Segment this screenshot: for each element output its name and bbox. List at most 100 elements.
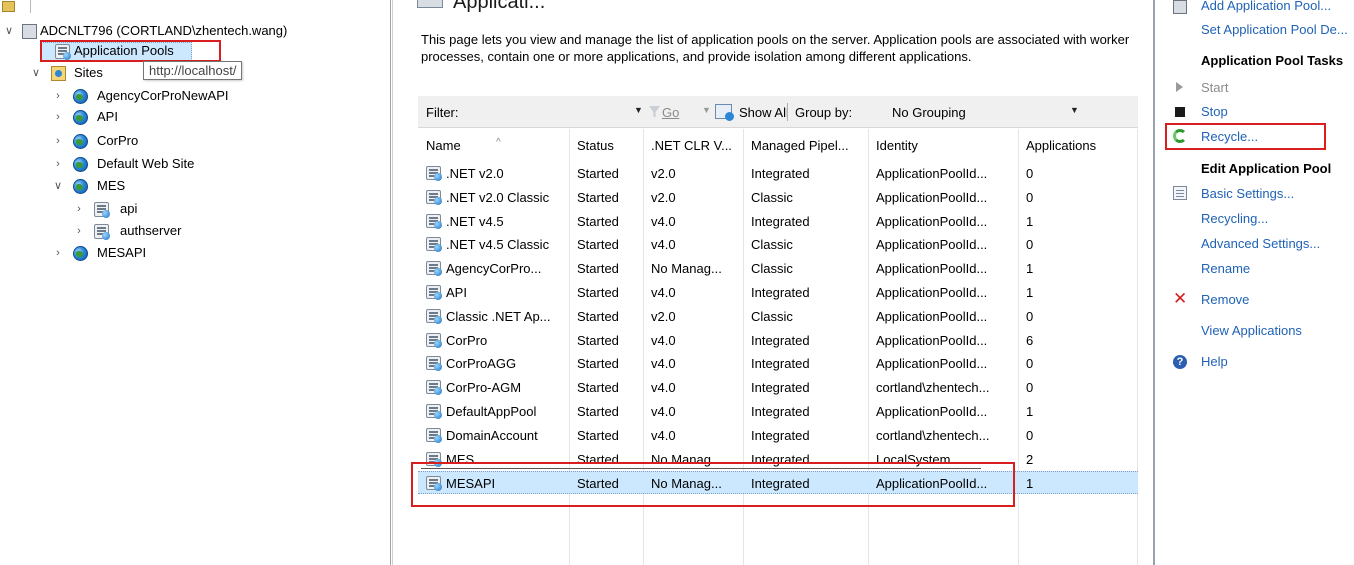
folder-icon[interactable] [2,1,15,12]
annotation-highlight-box [40,40,221,62]
cell-applications: 6 [1026,332,1034,348]
cell-identity: ApplicationPoolId... [876,285,988,300]
cell-pipeline: Integrated [751,213,810,229]
recycling-link[interactable]: Recycling... [1201,211,1268,226]
tree-node-application[interactable]: › api [0,199,300,219]
cell-clr-version: v2.0 [651,166,676,181]
tree-node-site[interactable]: › MESAPI [0,243,300,263]
table-row[interactable]: Classic .NET Ap... Started v2.0 Classic Appl… [418,305,1138,328]
connections-tree-pane: ∨ ADCNLT796 (CORTLAND\zhentech.wang) App… [0,0,391,565]
table-row[interactable]: CorProAGG Started v4.0 Integrated Applicatio… [418,352,1138,375]
add-application-pool-link[interactable]: Add Application Pool... [1201,0,1331,13]
start-link[interactable]: Start [1201,80,1228,95]
chevron-down-icon[interactable]: ∨ [3,21,15,41]
application-pool-icon [426,308,442,324]
table-row[interactable]: .NET v2.0 Started v2.0 Integrated Applicatio… [418,162,1138,185]
cell-status: Started [577,166,619,181]
cell-pipeline: Integrated [751,380,810,396]
tree-node-site[interactable]: › AgencyCorProNewAPI [0,86,300,106]
column-header-clr-version[interactable]: .NET CLR V... [651,138,732,153]
application-icon [94,224,110,240]
settings-page-icon [1173,186,1187,200]
column-header-applications[interactable]: Applications [1026,138,1096,153]
cell-identity: ApplicationPoolId... [876,308,988,324]
table-row[interactable]: CorPro Started v4.0 Integrated ApplicationPo… [418,329,1138,352]
chevron-right-icon[interactable]: › [52,131,64,151]
tree-node-site[interactable]: › Default Web Site [0,154,300,174]
table-row[interactable]: CorPro-AGM Started v4.0 Integrated cortland\… [418,376,1138,399]
tree-node-label: api [120,201,138,216]
group-by-select[interactable]: No Grouping [892,105,966,120]
globe-icon [73,157,88,172]
cell-applications: 0 [1026,356,1034,372]
edit-pool-header: Edit Application Pool [1201,161,1332,176]
cell-name: .NET v4.5 Classic [446,237,550,253]
basic-settings-link[interactable]: Basic Settings... [1201,186,1294,201]
tree-node-site[interactable]: › CorPro [0,131,300,151]
tree-node-application[interactable]: › authserver [0,221,300,241]
filter-dropdown-arrow-icon[interactable]: ▼ [634,105,643,115]
chevron-right-icon[interactable]: › [52,243,64,263]
cell-identity: ApplicationPoolId... [876,213,988,229]
show-all-icon [715,104,734,121]
cell-name: CorPro-AGM [446,380,522,396]
column-header-pipeline[interactable]: Managed Pipel... [751,138,849,153]
stop-link[interactable]: Stop [1201,104,1228,119]
chevron-down-icon[interactable]: ∨ [30,63,42,83]
play-icon [1176,82,1183,92]
tree-node-sites[interactable]: ∨ Sites [0,63,140,83]
table-row[interactable]: DomainAccount Started v4.0 Integrated cortla… [418,424,1138,447]
go-button[interactable]: Go [662,105,679,120]
go-dropdown-arrow-icon[interactable]: ▼ [702,105,711,115]
tree-node-label: Default Web Site [97,156,195,171]
application-pools-icon [417,0,443,8]
column-header-name[interactable]: Name ^ [426,137,501,153]
column-header-identity[interactable]: Identity [876,138,918,153]
cell-identity: ApplicationPoolId... [876,404,988,419]
cell-clr-version: v2.0 [651,308,676,324]
chevron-right-icon[interactable]: › [73,199,85,219]
view-applications-link[interactable]: View Applications [1201,323,1302,338]
chevron-down-icon[interactable]: ∨ [52,176,64,196]
table-row[interactable]: API Started v4.0 Integrated ApplicationPoolI… [418,281,1138,304]
cell-pipeline: Integrated [751,356,810,372]
remove-link[interactable]: Remove [1201,292,1249,307]
chevron-right-icon[interactable]: › [73,221,85,241]
cell-status: Started [577,332,619,348]
tree-node-site[interactable]: › API [0,107,300,127]
filter-input[interactable] [468,102,618,122]
table-row[interactable]: .NET v4.5 Classic Started v4.0 Classic Appli… [418,233,1138,256]
cell-pipeline: Integrated [751,332,810,348]
show-all-button[interactable]: Show All [739,105,789,120]
tree-node-label: MES [97,178,126,193]
application-pool-icon [426,261,442,277]
tree-node-label: authserver [120,223,182,238]
annotation-highlight-box [411,462,1015,507]
cell-name: .NET v4.5 [446,213,504,229]
table-row[interactable]: .NET v4.5 Started v4.0 Integrated Applicatio… [418,210,1138,233]
application-pool-icon [426,380,442,396]
table-row[interactable]: .NET v2.0 Classic Started v2.0 Classic Appli… [418,186,1138,209]
tree-node-label: ADCNLT796 (CORTLAND\zhentech.wang) [40,23,288,38]
rename-link[interactable]: Rename [1201,261,1250,276]
chevron-right-icon[interactable]: › [52,86,64,106]
cell-identity: ApplicationPoolId... [876,166,988,181]
tree-node-label: API [97,109,118,124]
application-pool-icon [426,332,442,348]
tree-node-server[interactable]: ∨ ADCNLT796 (CORTLAND\zhentech.wang) [0,21,390,41]
cell-clr-version: v4.0 [651,285,676,300]
remove-x-icon: ✕ [1173,289,1188,308]
help-link[interactable]: Help [1201,354,1228,369]
tree-node-site[interactable]: ∨ MES [0,176,300,196]
server-icon [22,24,37,39]
chevron-right-icon[interactable]: › [52,107,64,127]
chevron-right-icon[interactable]: › [52,154,64,174]
group-by-dropdown-arrow-icon[interactable]: ▼ [1070,105,1079,115]
set-pool-defaults-link[interactable]: Set Application Pool De... [1201,22,1348,37]
cell-applications: 1 [1026,213,1034,229]
column-header-status[interactable]: Status [577,138,614,153]
table-row[interactable]: AgencyCorPro... Started No Manag... Classic… [418,257,1138,280]
table-row[interactable]: DefaultAppPool Started v4.0 Integrated Appli… [418,400,1138,423]
cell-status: Started [577,213,619,229]
advanced-settings-link[interactable]: Advanced Settings... [1201,236,1320,251]
